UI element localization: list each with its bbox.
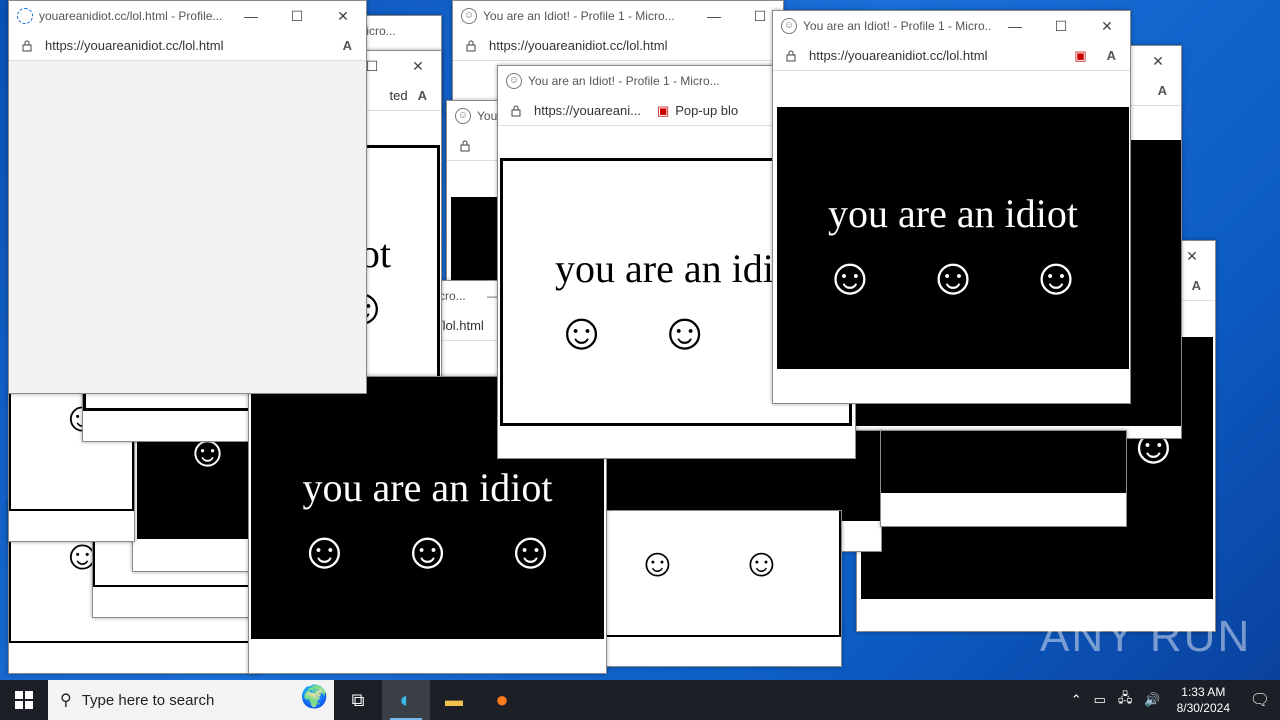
taskbar: ⚲ Type here to search 🌍 ⧉ ◐ ▬ ● ⌃ ▭ 🖧 🔊 … <box>0 680 1280 720</box>
smiley-face-icon: ☺ <box>504 522 558 580</box>
browser-window-bg6[interactable]: ☺ ☺ <box>600 510 842 667</box>
browser-window-front[interactable]: ☺ You are an Idiot! - Profile 1 - Micro.… <box>772 10 1131 404</box>
smiley-face-icon: ☺ <box>926 248 980 306</box>
popup-blocked-label[interactable]: Pop-up blo <box>675 103 738 118</box>
popup-blocked-icon[interactable]: ▣ <box>1074 48 1086 64</box>
address-bar[interactable]: https://youareanidiot.cc/lol.html A <box>9 31 366 61</box>
close-button[interactable]: ✕ <box>395 58 441 75</box>
close-button[interactable]: ✕ <box>320 8 366 25</box>
lock-icon <box>460 140 470 151</box>
read-aloud-icon[interactable]: A <box>343 38 352 53</box>
smiley-face-icon: ☺ <box>400 522 455 580</box>
search-icon: ⚲ <box>60 692 72 709</box>
smiley-tab-icon: ☺ <box>781 18 797 34</box>
smiley-tab-icon: ☺ <box>506 73 522 89</box>
start-button[interactable] <box>0 680 48 720</box>
idiot-text: you are an idiot <box>828 191 1078 236</box>
smiley-tab-icon: ☺ <box>461 8 477 24</box>
read-aloud-icon[interactable]: A <box>1192 278 1201 293</box>
smiley-face-icon: ☺ <box>741 541 782 585</box>
smiley-face-icon: ☺ <box>637 541 678 585</box>
black-panel <box>881 431 1126 493</box>
taskbar-search-box[interactable]: ⚲ Type here to search 🌍 <box>48 680 334 720</box>
task-view-icon[interactable]: ⧉ <box>334 680 382 720</box>
browser-window-loading[interactable]: youareanidiot.cc/lol.html - Profile... —… <box>8 0 367 394</box>
lock-icon <box>22 40 32 51</box>
chevron-up-icon[interactable]: ⌃ <box>1071 692 1082 708</box>
address-bar[interactable]: https://youareanidiot.cc/lol.html ▣ A <box>773 41 1130 71</box>
read-aloud-icon[interactable]: A <box>1158 83 1167 98</box>
smiley-face-icon: ☺ <box>823 248 877 306</box>
search-placeholder: Type here to search <box>81 691 215 709</box>
minimize-button[interactable]: — <box>228 8 274 24</box>
title-bar[interactable]: youareanidiot.cc/lol.html - Profile... —… <box>9 1 366 31</box>
minimize-button[interactable]: — <box>691 8 737 24</box>
search-highlight-icon: 🌍 <box>300 684 328 709</box>
lock-icon <box>466 40 476 51</box>
firefox-icon[interactable]: ● <box>478 680 526 720</box>
title-bar[interactable]: ☺ You are an Idiot! - Profile 1 - Micro.… <box>453 1 783 31</box>
url-text: https://youareanidiot.cc/lol.html <box>489 38 668 53</box>
clock-date: 8/30/2024 <box>1176 701 1230 715</box>
smiley-face-icon: ☺ <box>658 303 712 361</box>
anyrun-watermark: ANY RUN <box>1040 612 1252 661</box>
edge-browser-icon[interactable]: ◐ <box>382 680 430 720</box>
smiley-tab-icon: ☺ <box>455 108 471 124</box>
file-explorer-icon[interactable]: ▬ <box>430 680 478 720</box>
smiley-face-icon: ☺ <box>297 522 351 580</box>
clock-time: 1:33 AM <box>1181 685 1226 699</box>
smiley-face-icon: ☺ <box>555 303 609 361</box>
notification-icon[interactable]: 🗨 <box>1240 690 1280 710</box>
loading-spinner-icon <box>17 8 33 24</box>
window-title: cro... <box>439 289 466 303</box>
network-icon[interactable]: 🖧 <box>1118 689 1133 711</box>
url-text: https://youareani... <box>534 103 641 118</box>
smiley-face-icon: ☺ <box>1029 248 1083 306</box>
windows-logo-icon <box>15 691 33 709</box>
title-bar[interactable]: ☺ You are an Idiot! - Profile 1 - Micro.… <box>773 11 1130 41</box>
url-text: https://youareanidiot.cc/lol.html <box>45 38 224 53</box>
read-aloud-icon[interactable]: A <box>418 88 427 103</box>
device-icon[interactable]: ▭ <box>1094 692 1106 708</box>
maximize-button[interactable]: ☐ <box>1038 18 1084 35</box>
idiot-text: iot <box>1120 423 1162 426</box>
url-text: https://youareanidiot.cc/lol.html <box>809 48 988 63</box>
close-button[interactable]: ✕ <box>1084 18 1130 35</box>
idiot-text: you are an idiot <box>302 465 553 510</box>
maximize-button[interactable]: ☐ <box>274 8 320 25</box>
window-title: You are an Idiot! - Profile 1 - Micro... <box>483 9 675 23</box>
window-title: You are an Idiot! - Profile 1 - Micro... <box>803 19 992 33</box>
minimize-button[interactable]: — <box>992 18 1038 34</box>
close-button[interactable]: ✕ <box>1135 53 1181 70</box>
system-tray: ⌃ ▭ 🖧 🔊 1:33 AM 8/30/2024 🗨 <box>1065 680 1280 720</box>
lock-icon <box>511 105 521 116</box>
address-bar[interactable]: https://youareanidiot.cc/lol.html <box>453 31 783 61</box>
popup-blocked-icon[interactable]: ▣ <box>657 103 669 119</box>
taskbar-clock[interactable]: 1:33 AM 8/30/2024 <box>1177 684 1230 716</box>
idiot-panel: you are an idiot ☺ ☺ ☺ <box>777 107 1129 369</box>
read-aloud-icon[interactable]: A <box>1107 48 1116 63</box>
idiot-text: you are an idi <box>555 246 774 291</box>
volume-icon[interactable]: 🔊 <box>1144 692 1160 708</box>
window-title: You are an Idiot! - Profile 1 - Micro... <box>528 74 720 88</box>
lock-icon <box>786 50 796 61</box>
browser-window-bg7[interactable] <box>880 430 1127 527</box>
window-title: youareanidiot.cc/lol.html - Profile... <box>39 9 223 23</box>
